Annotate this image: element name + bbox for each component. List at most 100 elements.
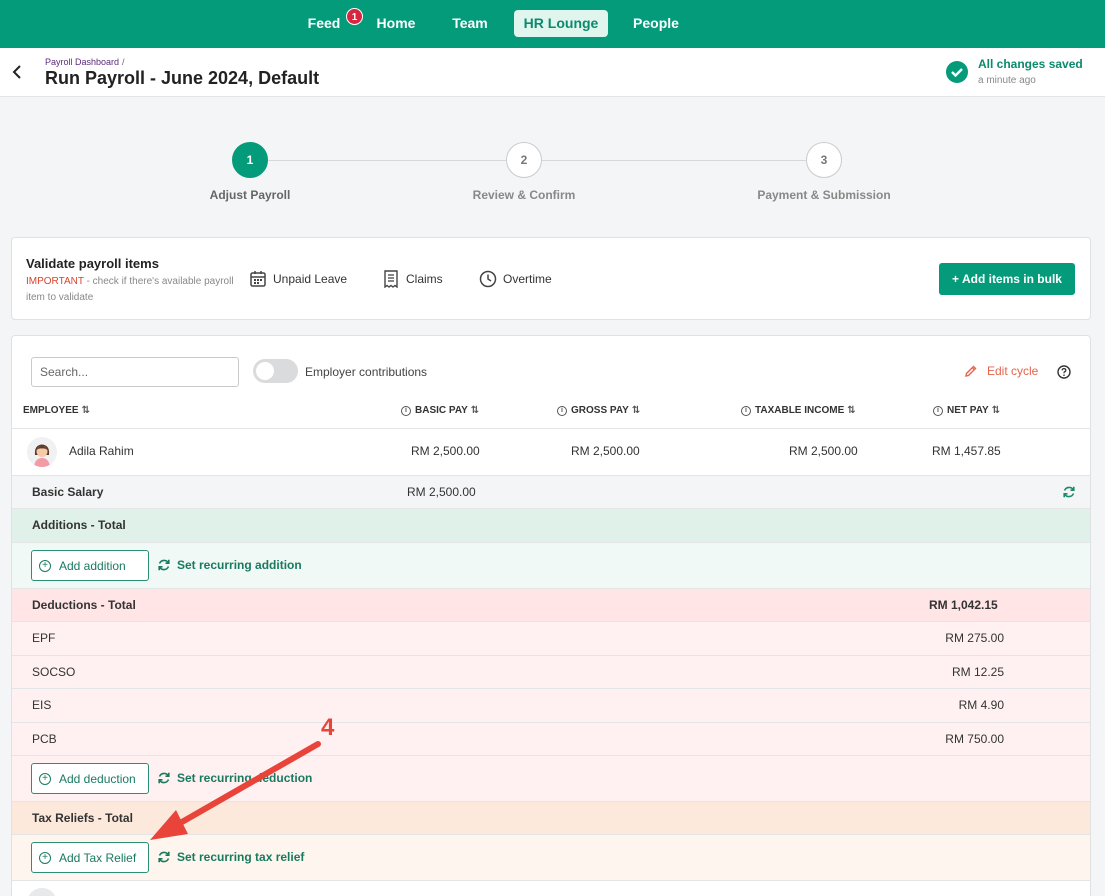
employee-gross-pay: RM 2,500.00	[571, 444, 640, 458]
unpaid-leave-link[interactable]: Unpaid Leave	[249, 268, 347, 290]
deductions-total-row: Deductions - Total RM 1,042.15	[12, 588, 1090, 621]
overtime-label: Overtime	[503, 272, 552, 286]
sort-icon: ⇅	[631, 405, 641, 416]
column-header-basic-pay[interactable]: i BASIC PAY ⇅	[401, 405, 479, 416]
breadcrumb-payroll-dashboard[interactable]: Payroll Dashboard	[45, 57, 119, 67]
sort-icon: ⇅	[847, 405, 856, 416]
set-recurring-tax-relief-label: Set recurring tax relief	[177, 850, 305, 864]
nav-feed[interactable]: Feed	[300, 10, 348, 37]
receipt-icon	[384, 270, 398, 288]
claims-label: Claims	[406, 272, 443, 286]
plus-circle-icon: +	[39, 851, 51, 864]
recurring-icon	[158, 772, 170, 784]
info-icon: i	[933, 405, 943, 416]
nav-hr-lounge[interactable]: HR Lounge	[514, 10, 608, 37]
deduction-value: RM 4.90	[958, 698, 1004, 712]
step-2-circle[interactable]: 2	[506, 142, 542, 178]
step-3-label: Payment & Submission	[757, 188, 891, 202]
back-arrow-icon[interactable]	[10, 63, 24, 81]
add-deduction-button[interactable]: + Add deduction	[31, 763, 149, 794]
save-timestamp: a minute ago	[978, 75, 1036, 86]
deductions-actions-row: + Add deduction Set recurring deduction	[12, 755, 1090, 801]
help-icon[interactable]	[1057, 365, 1071, 379]
claims-link[interactable]: Claims	[382, 268, 443, 290]
info-icon: i	[741, 405, 751, 416]
basic-salary-value: RM 2,500.00	[407, 485, 476, 499]
deduction-label: EIS	[32, 698, 52, 712]
avatar	[27, 888, 57, 896]
recurring-icon	[158, 559, 170, 571]
deduction-row-socso: SOCSO RM 12.25	[12, 655, 1090, 688]
add-addition-button[interactable]: + Add addition	[31, 550, 149, 581]
search-input[interactable]	[31, 357, 239, 387]
employee-taxable-income: RM 2,500.00	[789, 444, 858, 458]
recurring-icon	[158, 851, 170, 863]
deduction-label: PCB	[32, 732, 57, 746]
page-header: Payroll Dashboard / Run Payroll - June 20…	[0, 48, 1105, 97]
employee-row[interactable]: Adila Rahim RM 2,500.00 RM 2,500.00 RM 2…	[12, 428, 1090, 475]
nav-home[interactable]: Home	[368, 10, 424, 37]
plus-circle-icon: +	[39, 772, 51, 785]
basic-salary-row: Basic Salary RM 2,500.00	[12, 475, 1090, 508]
add-addition-label: Add addition	[59, 558, 126, 573]
step-connector	[542, 160, 806, 161]
additions-total-row: Additions - Total	[12, 508, 1090, 542]
nav-team[interactable]: Team	[443, 10, 497, 37]
set-recurring-addition-link[interactable]: Set recurring addition	[157, 558, 302, 572]
column-header-gross-pay[interactable]: i GROSS PAY ⇅	[557, 405, 640, 416]
additions-actions-row: + Add addition Set recurring addition	[12, 542, 1090, 588]
employee-avatar-icon	[34, 444, 50, 467]
step-2-label: Review & Confirm	[472, 188, 576, 202]
check-circle-icon	[946, 61, 968, 83]
next-employee-row[interactable]	[12, 880, 1090, 896]
breadcrumb: Payroll Dashboard /	[45, 57, 125, 67]
basic-pay-header-label: BASIC PAY	[415, 405, 468, 416]
deductions-total-label: Deductions - Total	[32, 598, 136, 612]
nav-people[interactable]: People	[625, 10, 687, 37]
add-tax-relief-button[interactable]: + Add Tax Relief	[31, 842, 149, 873]
step-3-circle[interactable]: 3	[806, 142, 842, 178]
employee-name[interactable]: Adila Rahim	[69, 444, 134, 458]
plus-circle-icon: +	[39, 559, 51, 572]
deduction-label: EPF	[32, 631, 56, 645]
calendar-icon	[250, 271, 266, 287]
gross-pay-header-label: GROSS PAY	[571, 405, 629, 416]
deduction-row-pcb: PCB RM 750.00	[12, 722, 1090, 755]
add-deduction-label: Add deduction	[59, 771, 136, 786]
page-title: Run Payroll - June 2024, Default	[45, 68, 320, 88]
employee-header-label: EMPLOYEE	[23, 405, 79, 416]
overtime-link[interactable]: Overtime	[479, 268, 552, 290]
set-recurring-tax-relief-link[interactable]: Set recurring tax relief	[157, 850, 304, 864]
notification-badge: 1	[346, 8, 363, 25]
toggle-knob	[256, 362, 274, 380]
refresh-icon[interactable]	[1062, 485, 1076, 499]
column-header-employee[interactable]: EMPLOYEE ⇅	[23, 405, 90, 416]
column-header-net-pay[interactable]: i NET PAY ⇅	[933, 405, 1000, 416]
column-header-taxable-income[interactable]: i TAXABLE INCOME ⇅	[741, 405, 856, 416]
sort-icon: ⇅	[81, 405, 90, 416]
employee-net-pay: RM 1,457.85	[932, 444, 1001, 458]
set-recurring-deduction-link[interactable]: Set recurring deduction	[157, 771, 312, 785]
tax-reliefs-actions-row: + Add Tax Relief Set recurring tax relief	[12, 834, 1090, 880]
deduction-value: RM 750.00	[945, 732, 1004, 746]
payroll-table-card: Employer contributions Edit cycle EMPLOY…	[11, 335, 1091, 896]
edit-cycle-label: Edit cycle	[987, 364, 1039, 378]
top-navbar: Feed 1 Home Team HR Lounge People	[0, 0, 1105, 48]
sort-icon: ⇅	[991, 405, 1001, 416]
deductions-total-value: RM 1,042.15	[929, 598, 998, 612]
unpaid-leave-label: Unpaid Leave	[273, 272, 348, 286]
taxable-income-header-label: TAXABLE INCOME	[755, 405, 845, 416]
set-recurring-addition-label: Set recurring addition	[177, 558, 302, 572]
tax-reliefs-total-label: Tax Reliefs - Total	[32, 811, 133, 825]
validate-note: IMPORTANT - check if there's available p…	[26, 274, 236, 306]
add-items-in-bulk-button[interactable]: + Add items in bulk	[939, 263, 1075, 295]
avatar	[27, 437, 57, 467]
annotation-step-number: 4	[321, 714, 335, 741]
step-connector	[268, 160, 506, 161]
validate-title: Validate payroll items	[26, 256, 159, 271]
edit-cycle-link[interactable]: Edit cycle	[964, 364, 1038, 378]
employer-contributions-toggle[interactable]	[253, 359, 298, 383]
step-1-circle[interactable]: 1	[232, 142, 268, 178]
deduction-row-epf: EPF RM 275.00	[12, 621, 1090, 655]
info-icon: i	[557, 405, 567, 416]
